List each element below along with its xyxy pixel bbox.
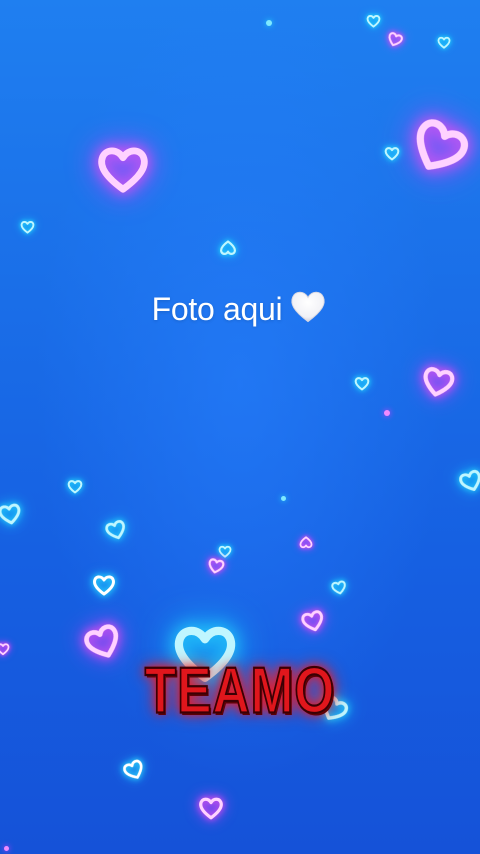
- caption-text: Foto aqui: [151, 291, 283, 327]
- neon-heart-icon: [218, 545, 232, 558]
- neon-heart-icon: [98, 147, 148, 193]
- neon-heart-icon: [67, 480, 83, 494]
- neon-heart-icon: [301, 610, 324, 632]
- neon-heart-icon: [0, 503, 21, 525]
- neon-heart-icon: [0, 643, 10, 656]
- neon-heart-icon: [20, 221, 35, 234]
- neon-heart-icon: [388, 32, 403, 47]
- neon-heart-icon: [437, 36, 451, 49]
- neon-heart-icon: [208, 558, 225, 574]
- video-frame: Foto aqui TEAMO: [0, 0, 480, 854]
- neon-heart-icon: [459, 469, 480, 491]
- glow-dot: [4, 846, 9, 851]
- neon-heart-icon: [366, 15, 381, 28]
- neon-heart-icon: [93, 575, 115, 596]
- teamo-title: TEAMO: [144, 653, 336, 728]
- neon-heart-icon: [123, 759, 143, 779]
- photo-placeholder-caption: Foto aqui: [0, 288, 480, 328]
- neon-heart-icon: [331, 580, 346, 595]
- neon-heart-icon: [299, 536, 313, 549]
- glow-dot: [281, 496, 286, 501]
- neon-heart-icon: [384, 147, 400, 161]
- neon-heart-icon: [220, 240, 236, 255]
- neon-heart-icon: [416, 119, 469, 170]
- neon-heart-icon: [199, 797, 223, 820]
- glow-dot: [384, 410, 390, 416]
- glow-dot: [266, 20, 272, 26]
- neon-heart-icon: [354, 377, 370, 391]
- white-heart-icon: [291, 291, 326, 323]
- neon-heart-icon: [423, 367, 455, 397]
- neon-heart-icon: [105, 520, 125, 540]
